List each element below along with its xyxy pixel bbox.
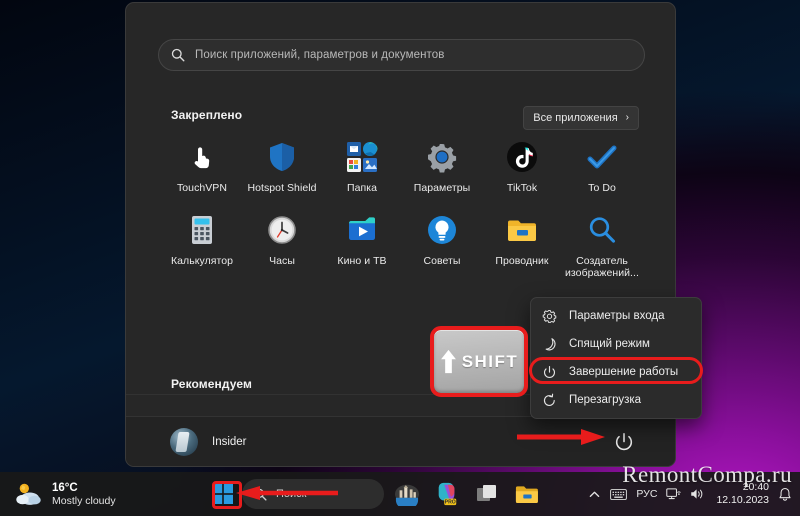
app-label: TouchVPN (176, 182, 227, 194)
avatar[interactable] (170, 427, 198, 456)
power-button[interactable] (613, 431, 635, 453)
menu-item-shutdown[interactable]: Завершение работы (531, 358, 701, 386)
tray-date: 12.10.2023 (716, 494, 769, 506)
app-tile-clock[interactable]: Часы (242, 210, 322, 279)
taskbar-system-tray: РУС 20:40 12.10.2023 (588, 472, 792, 516)
touch-keyboard-button[interactable] (610, 488, 628, 501)
volume-button[interactable] (690, 487, 705, 501)
app-label: Часы (269, 255, 295, 267)
power-icon (541, 364, 557, 380)
app-label: Создатель изображений... (565, 255, 639, 279)
start-search-input[interactable]: Поиск приложений, параметров и документо… (158, 39, 645, 71)
network-button[interactable] (666, 487, 682, 501)
app-tile-tiktok[interactable]: TikTok (482, 137, 562, 194)
restart-icon (541, 392, 557, 408)
tray-time: 20:40 (742, 481, 769, 493)
app-tile-touchvpn[interactable]: TouchVPN (162, 137, 242, 194)
moon-icon (541, 336, 557, 352)
hand-cursor-icon (186, 141, 218, 173)
menu-item-label: Спящий режим (569, 338, 650, 350)
app-label: To Do (588, 182, 616, 194)
task-view-icon (477, 485, 496, 501)
sun-cloud-icon (16, 483, 41, 505)
start-button-highlight-annotation (212, 481, 242, 509)
app-label: Проводник (495, 255, 549, 267)
app-tile-folder-group[interactable]: Папка (322, 137, 402, 194)
gear-icon (541, 308, 557, 324)
arrow-to-power-button (517, 429, 605, 445)
power-icon (615, 432, 633, 450)
arrow-to-start-button (236, 486, 338, 500)
magnifier-icon (586, 214, 618, 246)
desktop-screen: Поиск приложений, параметров и документо… (0, 0, 800, 516)
file-explorer-icon (515, 486, 538, 504)
language-indicator[interactable]: РУС (636, 488, 657, 500)
app-tile-file-explorer[interactable]: Проводник (482, 210, 562, 279)
taskbar: 16°C Mostly cloudy Поиск (0, 472, 800, 516)
taskbar-app-file-explorer[interactable] (510, 479, 544, 509)
app-tile-settings[interactable]: Параметры (402, 137, 482, 194)
power-context-menu: Параметры входа Спящий режим Завершение … (530, 297, 702, 419)
weather-temperature: 16°C (52, 481, 78, 494)
app-label: Советы (423, 255, 461, 267)
taskbar-app-widgets[interactable] (390, 479, 424, 509)
all-apps-label: Все приложения (533, 112, 618, 124)
widgets-city-icon (395, 484, 419, 506)
app-label: Папка (347, 182, 377, 194)
tiktok-icon (506, 141, 538, 173)
copilot-pro-icon: PRO (438, 482, 457, 506)
checkmark-icon (586, 141, 618, 173)
menu-item-sign-in-options[interactable]: Параметры входа (531, 302, 701, 330)
menu-item-label: Параметры входа (569, 310, 665, 322)
speaker-icon (691, 489, 703, 499)
folder-group-icon (346, 141, 378, 173)
touch-keyboard-icon (610, 488, 628, 500)
menu-item-restart[interactable]: Перезагрузка (531, 386, 701, 414)
chevron-up-icon (590, 491, 600, 497)
weather-widget[interactable]: 16°C Mostly cloudy (14, 480, 116, 508)
weather-text: 16°C Mostly cloudy (52, 481, 116, 508)
shift-key-label: SHIFT (461, 351, 519, 371)
taskbar-app-copilot-pro[interactable]: PRO (430, 479, 464, 509)
app-label: Калькулятор (170, 255, 234, 267)
lightbulb-icon (426, 214, 458, 246)
clock-and-date[interactable]: 20:40 12.10.2023 (716, 481, 769, 507)
notification-button[interactable] (778, 487, 792, 502)
app-label: Параметры (413, 182, 471, 194)
recommended-section-label: Рекомендуем (171, 377, 252, 391)
user-name-label: Insider (212, 435, 247, 448)
menu-item-label: Перезагрузка (569, 394, 642, 406)
shield-icon (266, 141, 298, 173)
app-label: Кино и ТВ (337, 255, 387, 267)
clock-icon (266, 214, 298, 246)
app-tile-movies-tv[interactable]: Кино и ТВ (322, 210, 402, 279)
weather-condition: Mostly cloudy (52, 494, 116, 507)
all-apps-button[interactable]: Все приложения › (523, 106, 639, 130)
search-icon (171, 48, 185, 62)
app-label: TikTok (506, 182, 538, 194)
chevron-right-icon: › (625, 112, 629, 123)
folder-icon (506, 214, 538, 246)
app-tile-todo[interactable]: To Do (562, 137, 642, 194)
calculator-icon (186, 214, 218, 246)
menu-item-sleep[interactable]: Спящий режим (531, 330, 701, 358)
app-tile-hotspot-shield[interactable]: Hotspot Shield (242, 137, 322, 194)
app-tile-image-creator[interactable]: Создатель изображений... (562, 210, 642, 279)
svg-text:PRO: PRO (445, 500, 456, 506)
app-tile-calculator[interactable]: Калькулятор (162, 210, 242, 279)
app-tile-tips[interactable]: Советы (402, 210, 482, 279)
bell-icon (779, 487, 791, 501)
network-icon (666, 488, 682, 500)
app-label: Hotspot Shield (247, 182, 317, 194)
menu-item-label: Завершение работы (569, 366, 679, 378)
pinned-apps-grid: TouchVPN Hotspot Shield Папка Параметры … (162, 137, 642, 279)
pinned-section-label: Закреплено (171, 108, 243, 122)
gear-icon (426, 141, 458, 173)
taskbar-app-task-view[interactable] (470, 479, 504, 509)
start-search-placeholder: Поиск приложений, параметров и документо… (195, 49, 445, 61)
movies-tv-icon (346, 214, 378, 246)
up-arrow-icon (440, 349, 456, 373)
tray-overflow-button[interactable] (588, 488, 601, 501)
shift-key-annotation: SHIFT (430, 326, 528, 397)
